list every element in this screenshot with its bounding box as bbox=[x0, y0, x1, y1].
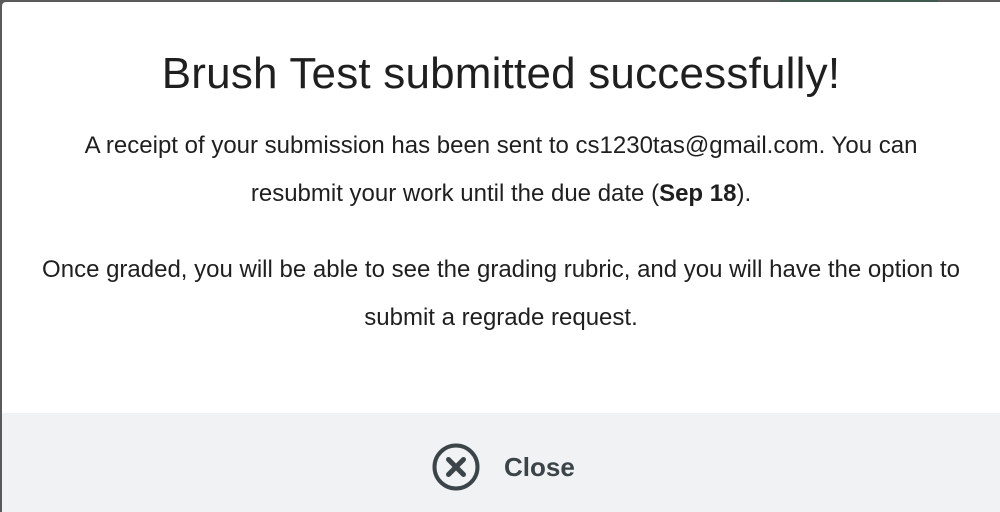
due-date: Sep 18 bbox=[659, 180, 737, 207]
submission-success-dialog: Brush Test submitted successfully! A rec… bbox=[2, 2, 1000, 512]
receipt-text-end: ). bbox=[736, 180, 752, 207]
dialog-title: Brush Test submitted successfully! bbox=[161, 49, 841, 98]
dialog-footer: Close bbox=[2, 413, 1000, 512]
receipt-message: A receipt of your submission has been se… bbox=[42, 122, 960, 218]
receipt-text: A receipt of your submission has been se… bbox=[84, 132, 918, 207]
close-icon bbox=[432, 443, 480, 491]
dialog-body: Brush Test submitted successfully! A rec… bbox=[2, 2, 1000, 413]
close-button[interactable]: Close bbox=[432, 443, 575, 491]
grading-message: Once graded, you will be able to see the… bbox=[42, 256, 960, 331]
close-label: Close bbox=[504, 451, 575, 482]
